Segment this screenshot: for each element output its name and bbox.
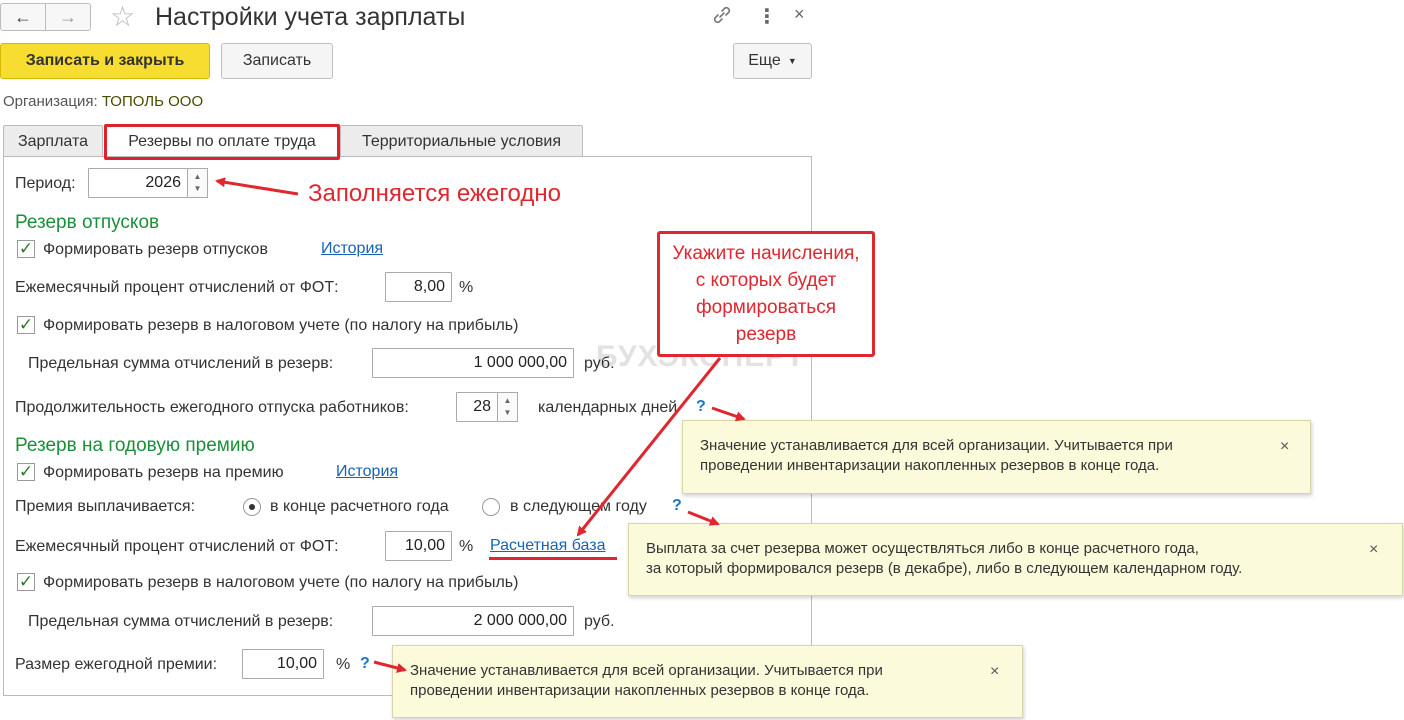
annotation-arrows (215, 177, 746, 673)
bonus-help-arrow (373, 660, 407, 673)
vacation-help-arrow (711, 406, 746, 422)
yearly-arrow (215, 177, 299, 196)
payout-help-arrow (687, 510, 720, 526)
callout-arrow (576, 357, 722, 537)
